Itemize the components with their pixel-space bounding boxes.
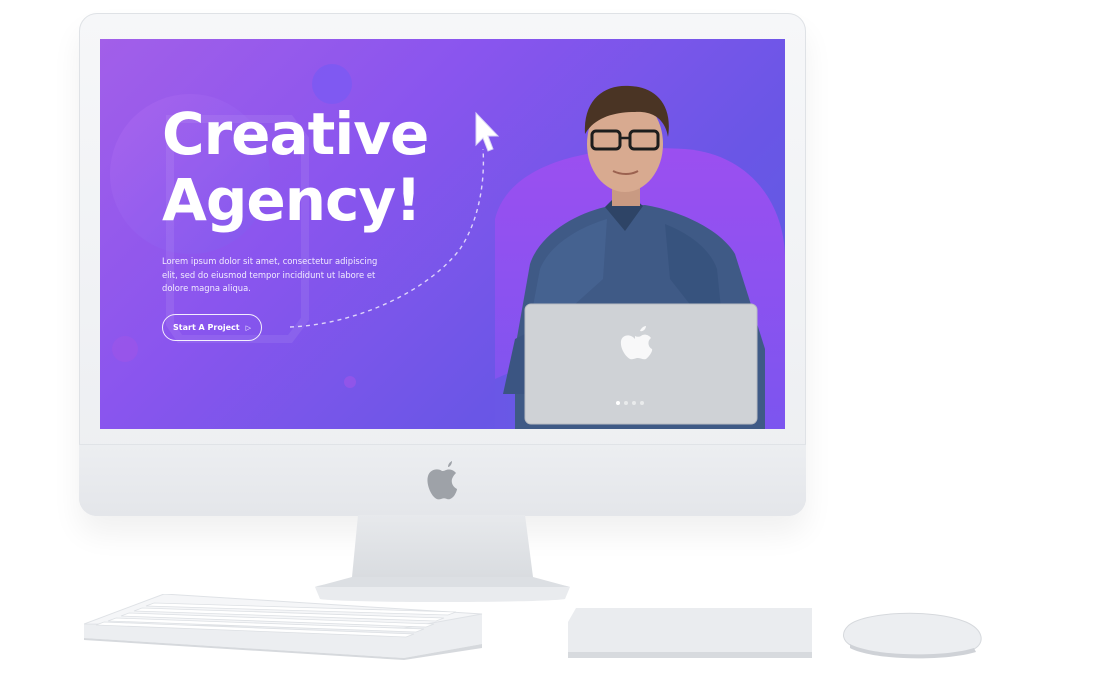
imac-chin: [79, 444, 806, 516]
hero-title: Creative Agency!: [162, 101, 482, 233]
slider-dot[interactable]: [616, 401, 620, 405]
website-hero-screen: Creative Agency! Lorem ipsum dolor sit a…: [100, 39, 785, 429]
keyboard: [84, 594, 483, 660]
mouse: [843, 612, 982, 659]
start-project-label: Start A Project: [173, 323, 240, 332]
start-project-button[interactable]: Start A Project ▷: [162, 314, 262, 341]
imac-frame: Creative Agency! Lorem ipsum dolor sit a…: [79, 13, 806, 516]
trackpad: [568, 608, 812, 658]
apple-logo-icon: [427, 461, 457, 500]
hero-title-line2: Agency!: [162, 166, 422, 234]
imac-stand: [315, 515, 570, 602]
slider-pagination: [616, 401, 644, 405]
slider-dot[interactable]: [640, 401, 644, 405]
slider-dot[interactable]: [624, 401, 628, 405]
slider-dot[interactable]: [632, 401, 636, 405]
hero-description: Lorem ipsum dolor sit amet, consectetur …: [162, 256, 378, 293]
person-with-laptop: [503, 85, 765, 429]
hero-title-line1: Creative: [162, 100, 429, 168]
play-triangle-icon: ▷: [245, 323, 251, 332]
